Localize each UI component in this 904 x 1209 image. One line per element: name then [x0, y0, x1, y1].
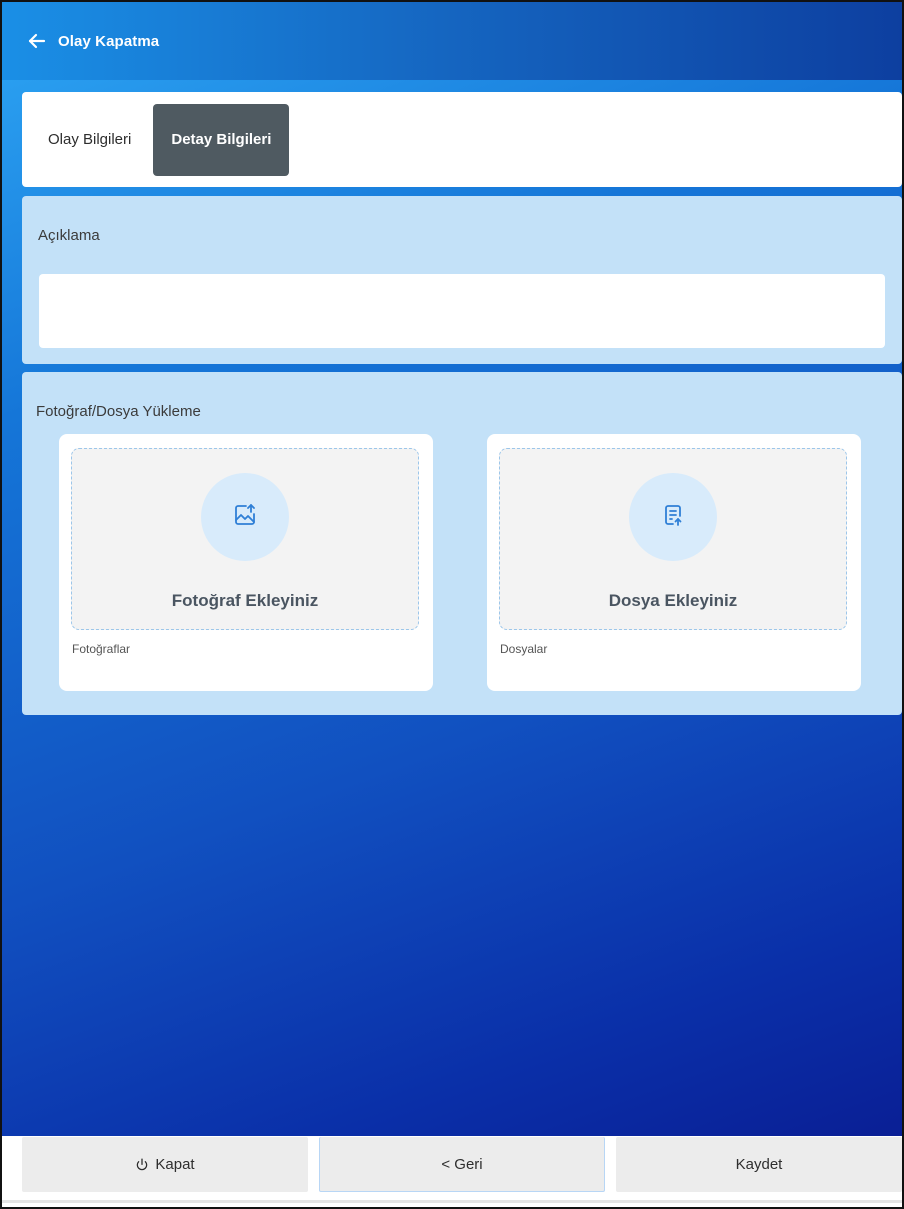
- close-button-label: Kapat: [155, 1156, 195, 1173]
- file-icon-circle: [629, 473, 717, 561]
- bottom-divider: [2, 1200, 902, 1203]
- page-title: Olay Kapatma: [58, 32, 160, 50]
- back-button[interactable]: < Geri: [319, 1137, 605, 1192]
- save-button-label: Kaydet: [735, 1156, 783, 1173]
- tab-detay-bilgileri[interactable]: Detay Bilgileri: [153, 103, 290, 176]
- description-label: Açıklama: [38, 227, 100, 244]
- close-button[interactable]: Kapat: [22, 1137, 308, 1192]
- tab-olay-bilgileri[interactable]: Olay Bilgileri: [30, 104, 149, 176]
- file-add-label: Dosya Ekleyiniz: [608, 591, 738, 610]
- file-upload-card: Dosya Ekleyiniz Dosyalar: [487, 434, 861, 691]
- app-frame: Olay Bilgileri Detay Bilgileri Açıklama …: [0, 0, 904, 1209]
- description-section: Açıklama: [22, 196, 902, 364]
- file-upload-icon: [661, 503, 685, 532]
- main-content: Olay Bilgileri Detay Bilgileri Açıklama …: [2, 72, 902, 1136]
- save-button[interactable]: Kaydet: [616, 1137, 902, 1192]
- photo-dropzone[interactable]: Fotoğraf Ekleyiniz: [71, 448, 419, 630]
- tab-bar: Olay Bilgileri Detay Bilgileri: [22, 92, 902, 187]
- app-header: Olay Kapatma: [2, 2, 902, 80]
- footer-bar: Kapat < Geri Kaydet: [2, 1136, 902, 1207]
- power-icon: [135, 1158, 149, 1172]
- photo-caption: Fotoğraflar: [72, 642, 131, 656]
- file-dropzone[interactable]: Dosya Ekleyiniz: [499, 448, 847, 630]
- photo-icon-circle: [201, 473, 289, 561]
- description-input[interactable]: [39, 274, 885, 348]
- back-button-label: < Geri: [441, 1155, 483, 1173]
- photo-upload-card: Fotoğraf Ekleyiniz Fotoğraflar: [59, 434, 433, 691]
- back-arrow-icon[interactable]: [28, 33, 46, 49]
- file-caption: Dosyalar: [500, 642, 548, 656]
- image-upload-icon: [233, 503, 257, 532]
- photo-add-label: Fotoğraf Ekleyiniz: [171, 591, 319, 610]
- upload-section: Fotoğraf/Dosya Yükleme Fotoğraf Ekleyini…: [22, 372, 902, 715]
- upload-label: Fotoğraf/Dosya Yükleme: [36, 403, 201, 420]
